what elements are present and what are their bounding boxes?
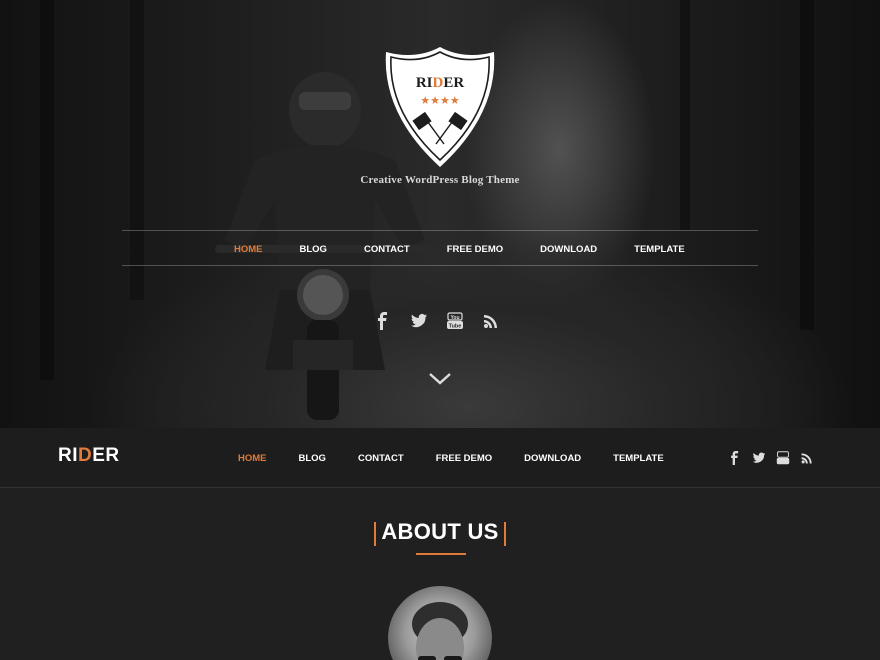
site-brand-logo[interactable]: RIDER: [58, 445, 120, 467]
header-nav-item-blog[interactable]: BLOG: [299, 453, 326, 464]
rider-logo-badge[interactable]: RIDER ★★★★: [382, 44, 498, 170]
youtube-icon[interactable]: [776, 450, 790, 466]
header-nav-item-template[interactable]: TEMPLATE: [613, 453, 664, 464]
header-nav-item-contact[interactable]: CONTACT: [358, 453, 404, 464]
twitter-icon[interactable]: [752, 451, 766, 465]
nav-item-free-demo[interactable]: FREE DEMO: [447, 244, 503, 255]
svg-text:You: You: [450, 315, 459, 321]
nav-item-blog[interactable]: BLOG: [300, 244, 327, 255]
hero-navigation: HOME BLOG CONTACT FREE DEMO DOWNLOAD TEM…: [122, 230, 758, 266]
nav-item-download[interactable]: DOWNLOAD: [540, 244, 597, 255]
nav-item-template[interactable]: TEMPLATE: [634, 244, 685, 255]
brand-text-prefix: RI: [58, 445, 78, 466]
facebook-icon[interactable]: [728, 451, 742, 465]
logo-title: RIDER: [416, 75, 465, 91]
header-nav-item-home[interactable]: HOME: [238, 453, 267, 464]
rss-icon[interactable]: [800, 451, 814, 465]
brand-text-accent: D: [78, 445, 93, 466]
logo-stars: ★★★★: [420, 95, 460, 107]
author-portrait: [412, 602, 468, 660]
header-nav-item-download[interactable]: DOWNLOAD: [524, 453, 581, 464]
site-tagline: Creative WordPress Blog Theme: [360, 174, 520, 186]
facebook-icon[interactable]: [374, 312, 392, 330]
nav-item-contact[interactable]: CONTACT: [364, 244, 410, 255]
nav-item-home[interactable]: HOME: [234, 244, 263, 255]
hero-social-links: You Tube: [374, 312, 500, 330]
background-tree: [40, 0, 54, 380]
header-navigation: HOME BLOG CONTACT FREE DEMO DOWNLOAD TEM…: [238, 428, 696, 488]
twitter-icon[interactable]: [410, 312, 428, 330]
header-nav-item-free-demo[interactable]: FREE DEMO: [436, 453, 492, 464]
brand-text-suffix: ER: [92, 445, 120, 466]
svg-text:Tube: Tube: [449, 323, 462, 329]
about-section: ABOUT US: [0, 489, 880, 660]
about-title-underline: [416, 553, 466, 555]
youtube-icon[interactable]: You Tube: [446, 312, 464, 330]
about-title: ABOUT US: [372, 519, 508, 549]
hero-section: RIDER ★★★★ Creative WordPress Blog Theme…: [0, 0, 880, 428]
rss-icon[interactable]: [482, 312, 500, 330]
scroll-down-chevron-icon[interactable]: [428, 371, 452, 387]
author-avatar: [388, 586, 492, 660]
header-social-links: [728, 450, 814, 466]
